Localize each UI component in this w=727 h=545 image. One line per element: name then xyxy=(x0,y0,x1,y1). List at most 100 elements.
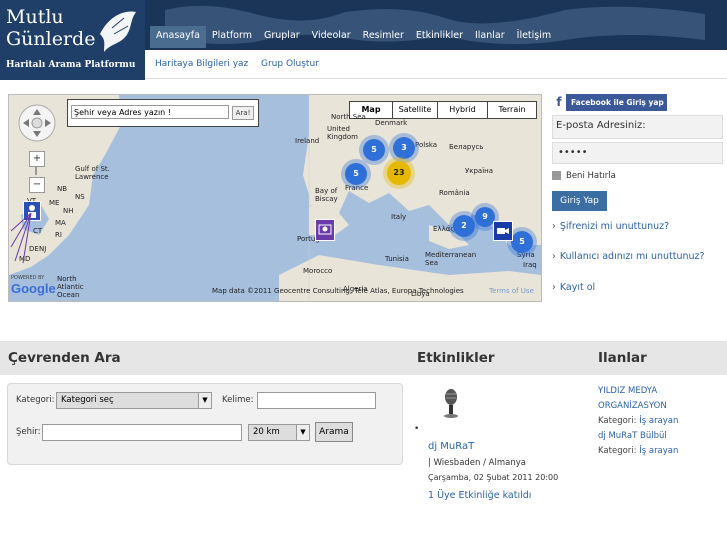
header: Mutlu Günlerde Haritalı Arama Platformu … xyxy=(0,0,727,80)
map-label: NS xyxy=(75,193,85,201)
ad-category-label: Kategori: xyxy=(598,446,637,456)
maptype-terrain[interactable]: Terrain xyxy=(487,101,537,119)
nav-videolar[interactable]: Videolar xyxy=(306,26,357,48)
nav-ilanlar[interactable]: Ilanlar xyxy=(469,26,511,48)
register-link[interactable]: › Kayıt ol xyxy=(552,282,595,293)
dove-icon xyxy=(100,11,136,52)
video-marker-icon[interactable] xyxy=(493,221,513,241)
ads-list: YILDIZ MEDYA ORGANİZASYON Kategori: İş a… xyxy=(598,384,723,459)
nearby-search-form: Kategori: Kategori seç ▼ Kelime: Şehir: … xyxy=(7,383,403,465)
map-cluster-marker[interactable]: 2 xyxy=(453,215,475,237)
main-nav: Anasayfa Platform Gruplar Videolar Resim… xyxy=(150,26,557,48)
email-field[interactable]: E-posta Adresiniz: xyxy=(552,115,723,139)
forgot-username-link[interactable]: › Kullanıcı adınızı mı unuttunuz? xyxy=(552,251,705,262)
map-label: NJ xyxy=(39,245,47,253)
city-input[interactable] xyxy=(42,424,242,441)
photo-marker-icon[interactable] xyxy=(315,219,335,241)
nav-gruplar[interactable]: Gruplar xyxy=(258,26,306,48)
search-section-title: Çevrenden Ara xyxy=(8,350,121,366)
google-logo[interactable]: Google xyxy=(11,281,56,296)
forgot-password-link[interactable]: › Şifrenizi mi unuttunuz? xyxy=(552,221,669,232)
section-header-band: Çevrenden Ara Etkinlikler Ilanlar xyxy=(0,341,727,375)
map-search-button[interactable]: Ara! xyxy=(232,106,254,120)
category-label: Kategori: xyxy=(16,395,55,405)
maptype-hybrid[interactable]: Hybrid xyxy=(437,101,488,119)
map-credit: Map data ©2011 Geocentre Consulting, Tel… xyxy=(212,287,464,295)
event-date: Çarşamba, 02 Şubat 2011 20:00 xyxy=(428,473,559,482)
event-location: | Wiesbaden / Almanya xyxy=(428,458,526,468)
nav-anasayfa[interactable]: Anasayfa xyxy=(150,26,206,48)
dropdown-arrow-icon: ▼ xyxy=(296,425,309,440)
marker-spider-lines xyxy=(10,212,32,264)
event-attendees-link[interactable]: 1 Üye Etkinliğe katıldı xyxy=(428,490,531,501)
map-label: North Sea xyxy=(331,113,366,121)
chevron-right-icon: › xyxy=(552,221,556,232)
login-button[interactable]: Giriş Yap xyxy=(552,191,607,211)
subnav-grup-olustur[interactable]: Grup Oluştur xyxy=(261,59,319,69)
keyword-label: Kelime: xyxy=(222,395,254,405)
facebook-icon: f xyxy=(552,94,566,111)
facebook-login-label: Facebook ile Giriş yap xyxy=(571,98,664,107)
map-label: Iraq xyxy=(523,261,537,269)
ad-category-label: Kategori: xyxy=(598,416,637,426)
map-label: North Atlantic Ocean xyxy=(57,275,84,299)
map-label: Morocco xyxy=(303,267,333,275)
city-label: Şehir: xyxy=(16,427,41,437)
map-label: ME xyxy=(49,199,60,207)
chevron-right-icon: › xyxy=(552,282,556,293)
events-section-title: Etkinlikler xyxy=(417,350,495,366)
map-cluster-marker[interactable]: 23 xyxy=(387,161,411,185)
map-label: United Kingdom xyxy=(327,125,358,141)
map-label: France xyxy=(345,184,369,192)
microphone-icon[interactable] xyxy=(440,388,464,420)
ad-title-link[interactable]: YILDIZ MEDYA ORGANİZASYON xyxy=(598,384,698,414)
pan-control-icon[interactable] xyxy=(15,101,63,149)
zoom-out-button[interactable]: − xyxy=(29,177,45,193)
nav-etkinlikler[interactable]: Etkinlikler xyxy=(410,26,469,48)
subnav-haritaya-yaz[interactable]: Haritaya Bilgileri yaz xyxy=(155,59,248,69)
forgot-username-label: Kullanıcı adınızı mı unuttunuz? xyxy=(559,251,705,262)
google-map[interactable]: + − Ara! Map Satellite Hybrid Terrain No… xyxy=(8,94,542,302)
bullet: • xyxy=(414,424,420,434)
map-cluster-marker[interactable]: 3 xyxy=(393,137,415,159)
remember-checkbox[interactable] xyxy=(552,171,561,180)
zoom-in-button[interactable]: + xyxy=(29,151,45,167)
register-label: Kayıt ol xyxy=(559,282,596,293)
map-label: Ireland xyxy=(295,137,320,145)
password-field[interactable]: ••••• xyxy=(552,142,723,164)
forgot-password-label: Şifrenizi mi unuttunuz? xyxy=(559,221,670,232)
distance-select-value: 20 km xyxy=(253,427,280,437)
remember-me[interactable]: Beni Hatırla xyxy=(552,171,616,181)
map-search-input[interactable] xyxy=(71,105,229,119)
map-label: NH xyxy=(63,207,74,215)
ad-category-link[interactable]: İş arayan xyxy=(639,446,678,456)
maptype-satellite[interactable]: Satellite xyxy=(392,101,438,119)
sub-nav: Haritaya Bilgileri yaz Grup Oluştur xyxy=(145,50,727,79)
nav-platform[interactable]: Platform xyxy=(206,26,258,48)
nav-resimler[interactable]: Resimler xyxy=(357,26,410,48)
keyword-input[interactable] xyxy=(257,392,376,409)
nav-iletisim[interactable]: İletişim xyxy=(511,26,558,48)
map-cluster-marker[interactable]: 9 xyxy=(475,207,495,227)
top-navbar: Anasayfa Platform Gruplar Videolar Resim… xyxy=(145,0,727,50)
logo-line2: Günlerde xyxy=(6,28,96,50)
distance-select[interactable]: 20 km ▼ xyxy=(248,424,310,441)
ad-title-link[interactable]: dj MuRaT Bülbül xyxy=(598,429,723,444)
logo-line1: Mutlu xyxy=(6,6,64,28)
category-select[interactable]: Kategori seç ▼ xyxy=(56,392,212,409)
map-label: Ελλάς xyxy=(433,225,455,233)
terms-link[interactable]: Terms of Use xyxy=(489,287,534,295)
site-logo[interactable]: Mutlu Günlerde Haritalı Arama Platformu xyxy=(0,0,145,80)
chevron-right-icon: › xyxy=(552,251,556,262)
event-name-link[interactable]: dj MuRaT xyxy=(428,441,474,452)
facebook-login-button[interactable]: f Facebook ile Giriş yap xyxy=(552,94,667,111)
map-label: Polska xyxy=(415,141,438,149)
zoom-slider[interactable] xyxy=(35,167,37,175)
map-label: Denmark xyxy=(375,119,408,127)
map-cluster-marker[interactable]: 5 xyxy=(345,163,367,185)
search-button[interactable]: Arama xyxy=(315,422,353,442)
ad-category-link[interactable]: İş arayan xyxy=(639,416,678,426)
map-label: Mediterranean Sea xyxy=(425,251,477,267)
map-cluster-marker[interactable]: 5 xyxy=(363,139,385,161)
map-cluster-marker[interactable]: 5 xyxy=(511,231,533,253)
